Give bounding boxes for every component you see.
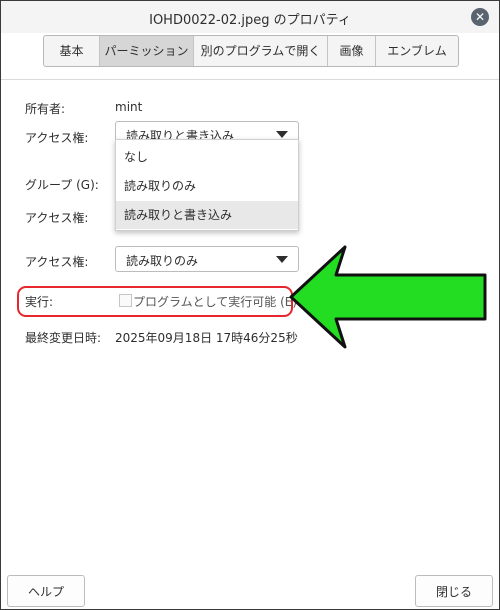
dropdown-option-read-only[interactable]: 読み取りのみ [116, 172, 298, 200]
dropdown-option-none[interactable]: なし [116, 143, 298, 171]
close-icon[interactable]: ✕ [471, 8, 489, 26]
help-button[interactable]: ヘルプ [7, 575, 85, 607]
group-label: グループ (G): [25, 178, 99, 192]
owner-value: mint [115, 100, 143, 114]
tab-basic[interactable]: 基本 [44, 36, 100, 66]
group-access-label: アクセス権: [25, 211, 89, 225]
execute-checkbox-label[interactable]: プログラムとして実行可能 (E) [133, 293, 297, 310]
window-title: IOHD0022-02.jpeg のプロパティ [149, 13, 351, 28]
green-arrow-icon [289, 245, 487, 349]
title-bar: IOHD0022-02.jpeg のプロパティ ✕ [1, 1, 499, 33]
chevron-down-icon [276, 131, 288, 138]
execute-checkbox[interactable] [119, 294, 132, 307]
execute-label: 実行: [25, 295, 54, 309]
close-button[interactable]: 閉じる [415, 575, 493, 607]
others-access-label: アクセス権: [25, 255, 89, 269]
others-access-combo[interactable]: 読み取りのみ [115, 246, 299, 272]
owner-label: 所有者: [25, 102, 66, 116]
others-access-value: 読み取りのみ [126, 254, 199, 268]
properties-dialog: IOHD0022-02.jpeg のプロパティ ✕ 基本 パーミッション 別のプ… [0, 0, 500, 610]
owner-access-label: アクセス権: [25, 131, 89, 145]
tab-bar: 基本 パーミッション 別のプログラムで開く 画像 エンブレム [43, 35, 459, 67]
modified-label: 最終変更日時: [25, 331, 102, 345]
tab-emblems[interactable]: エンブレム [376, 36, 458, 66]
tab-divider [1, 79, 499, 80]
modified-value: 2025年09月18日 17時46分25秒 [115, 331, 298, 345]
access-dropdown-menu: なし 読み取りのみ 読み取りと書き込み [115, 139, 299, 231]
dropdown-option-read-write[interactable]: 読み取りと書き込み [116, 201, 298, 229]
tab-image[interactable]: 画像 [328, 36, 376, 66]
tab-open-with[interactable]: 別のプログラムで開く [194, 36, 328, 66]
tab-permissions[interactable]: パーミッション [100, 36, 194, 66]
